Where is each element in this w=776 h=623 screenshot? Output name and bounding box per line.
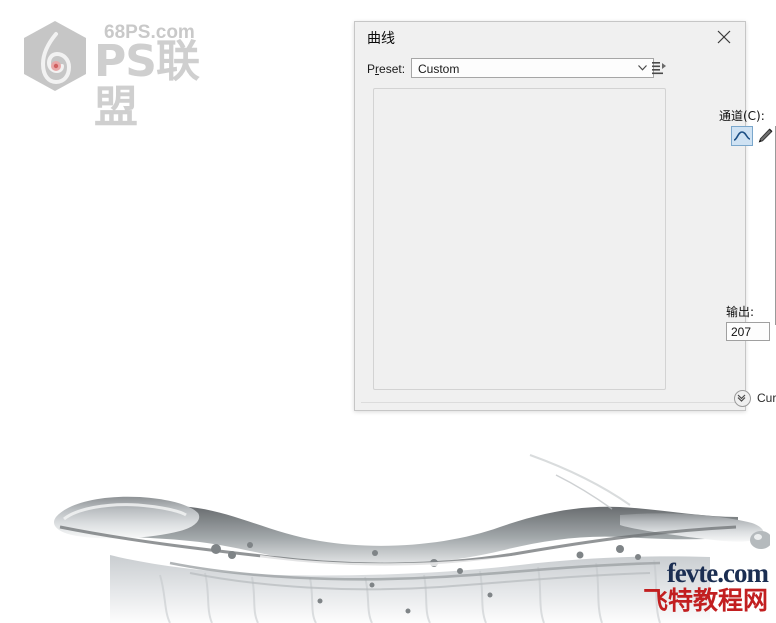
dialog-titlebar: 曲线: [355, 22, 745, 52]
channel-row: 通道(C): 红 副本: [719, 104, 776, 124]
channel-label: 通道(C):: [719, 109, 765, 123]
curve-display-options-label: Curve Display Options: [757, 391, 776, 405]
curve-tool-buttons: [731, 126, 776, 148]
ps-alliance-hex-logo-icon: [24, 21, 86, 91]
close-glyph: [717, 30, 731, 44]
curve-edit-icon[interactable]: [731, 126, 753, 146]
output-input[interactable]: [726, 322, 770, 341]
chevron-down-icon[interactable]: [734, 389, 751, 407]
curves-dialog: 曲线 Preset: Custom 通道(C): 红 副本: [354, 21, 776, 411]
dialog-title: 曲线: [367, 31, 395, 47]
preset-row: Preset: Custom: [367, 58, 657, 80]
preset-dropdown[interactable]: Custom: [411, 58, 654, 78]
pencil-glyph: [758, 128, 773, 143]
watermark-top-left: 68PS.com PS联盟: [8, 12, 223, 131]
watermark-brand-cn: PS联盟: [94, 36, 200, 133]
output-field-block: 输出:: [726, 303, 776, 341]
fevte-brand-text: fevte.com: [666, 558, 769, 588]
pencil-icon[interactable]: [755, 126, 776, 146]
curve-group-frame: [373, 88, 666, 390]
close-icon[interactable]: [707, 24, 741, 50]
output-label: 输出:: [726, 305, 755, 319]
watermark-bottom-right: fevte.com 飞特教程网: [598, 558, 769, 615]
dialog-bottom-divider: [361, 402, 737, 403]
fevte-brand-cn: 飞特教程网: [642, 586, 768, 615]
preset-value: Custom: [418, 62, 460, 76]
curve-edit-glyph: [733, 131, 751, 141]
chevron-down-glyph: [737, 394, 746, 402]
curve-display-options-toggle[interactable]: Curve Display Options: [734, 389, 776, 407]
chevron-down-icon: [638, 65, 647, 71]
preset-label: Preset:: [367, 62, 406, 76]
preset-menu-icon[interactable]: [651, 60, 667, 76]
